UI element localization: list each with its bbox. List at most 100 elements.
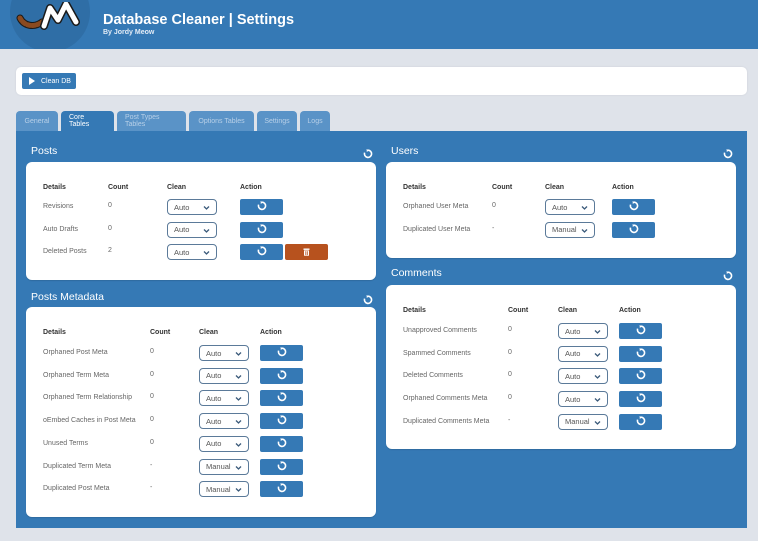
clean-mode-select[interactable]: Auto: [558, 368, 608, 385]
delete-button[interactable]: [285, 244, 328, 260]
clean-mode-value: Auto: [174, 247, 190, 257]
row-details: Duplicated Comments Meta: [403, 417, 490, 425]
clean-mode-select[interactable]: Auto: [558, 323, 608, 339]
clean-mode-select[interactable]: Auto: [167, 244, 217, 260]
refresh-icon: [277, 435, 287, 453]
refresh-icon: [636, 367, 646, 385]
trash-icon: [303, 243, 310, 261]
users-refresh-icon[interactable]: [723, 146, 733, 159]
posts-metadata-refresh-icon[interactable]: [363, 292, 373, 305]
clean-mode-select[interactable]: Manual: [199, 481, 249, 498]
clean-mode-select[interactable]: Auto: [167, 199, 217, 215]
users-section-title: Users: [391, 145, 419, 157]
clean-mode-select[interactable]: Auto: [558, 391, 608, 408]
clean-mode-select[interactable]: Auto: [199, 413, 249, 430]
play-icon: [29, 77, 35, 85]
refresh-count-button[interactable]: [619, 391, 662, 408]
clean-mode-select[interactable]: Auto: [167, 221, 217, 238]
refresh-count-button[interactable]: [240, 244, 283, 260]
clean-mode-value: Auto: [565, 394, 581, 404]
row-count: -: [150, 461, 153, 469]
clean-mode-select[interactable]: Manual: [545, 221, 595, 238]
tab-bar: General Core Tables Post Types Tables Op…: [16, 111, 330, 131]
clean-mode-select[interactable]: Auto: [199, 367, 249, 384]
refresh-count-button[interactable]: [260, 367, 303, 384]
column-header-count: Count: [508, 307, 529, 314]
tab-post-types-tables[interactable]: Post Types Tables: [117, 111, 186, 131]
clean-mode-select[interactable]: Auto: [199, 390, 249, 407]
row-count: 0: [108, 202, 112, 209]
chevron-down-icon: [203, 204, 210, 213]
refresh-count-button[interactable]: [260, 458, 303, 476]
refresh-count-button[interactable]: [619, 345, 662, 363]
tab-core-tables[interactable]: Core Tables: [61, 111, 114, 131]
row-details: oEmbed Caches in Post Meta: [43, 417, 136, 425]
chevron-down-icon: [203, 227, 210, 236]
chevron-down-icon: [594, 419, 601, 428]
clean-mode-value: Auto: [552, 202, 568, 212]
refresh-count-button[interactable]: [619, 367, 662, 385]
comments-card: Details Count Clean Action Unapproved Commen…: [386, 285, 736, 449]
refresh-icon: [257, 221, 267, 239]
tab-logs[interactable]: Logs: [300, 111, 330, 131]
tab-options-tables[interactable]: Options Tables: [189, 111, 254, 131]
refresh-count-button[interactable]: [260, 435, 303, 453]
posts-section-title: Posts: [31, 145, 58, 157]
row-details: Revisions: [43, 203, 74, 210]
refresh-count-button[interactable]: [240, 199, 283, 215]
clean-mode-select[interactable]: Auto: [199, 435, 249, 452]
refresh-count-button[interactable]: [612, 221, 655, 238]
row-count: -: [492, 224, 495, 232]
chevron-down-icon: [581, 227, 588, 236]
comments-refresh-icon[interactable]: [723, 268, 733, 281]
clean-mode-value: Auto: [174, 202, 190, 212]
users-card: Details Count Clean Action Orphaned User Met…: [386, 162, 736, 258]
column-header-details: Details: [43, 184, 66, 191]
clean-mode-value: Manual: [552, 225, 577, 234]
chevron-down-icon: [581, 204, 588, 213]
row-count: 0: [150, 416, 154, 424]
posts-metadata-card: Details Count Clean Action Orphaned Post Met…: [26, 307, 376, 517]
clean-mode-value: Auto: [206, 416, 222, 426]
refresh-count-button[interactable]: [619, 323, 662, 339]
clean-mode-select[interactable]: Auto: [199, 345, 249, 361]
refresh-count-button[interactable]: [260, 345, 303, 361]
refresh-icon: [277, 344, 287, 362]
column-header-action: Action: [240, 184, 262, 191]
refresh-count-button[interactable]: [260, 413, 303, 430]
clean-mode-value: Manual: [206, 484, 231, 494]
chevron-down-icon: [594, 351, 601, 360]
refresh-icon: [636, 345, 646, 363]
refresh-count-button[interactable]: [260, 390, 303, 407]
row-count: 0: [108, 224, 112, 232]
refresh-icon: [257, 198, 267, 216]
column-header-action: Action: [619, 307, 641, 314]
tab-general[interactable]: General: [16, 111, 58, 131]
clean-db-button[interactable]: Clean DB: [22, 73, 76, 89]
posts-refresh-icon[interactable]: [363, 146, 373, 159]
comments-section-title: Comments: [391, 267, 442, 279]
row-details: Deleted Comments: [403, 372, 463, 380]
chevron-down-icon: [235, 441, 242, 450]
clean-mode-select[interactable]: Manual: [199, 458, 249, 475]
refresh-count-button[interactable]: [240, 221, 283, 239]
row-details: Orphaned Term Relationship: [43, 394, 132, 402]
column-header-clean: Clean: [199, 329, 219, 336]
chevron-down-icon: [235, 373, 242, 382]
clean-mode-value: Auto: [174, 225, 190, 234]
refresh-icon: [636, 322, 646, 340]
refresh-icon: [636, 413, 646, 431]
clean-mode-select[interactable]: Auto: [558, 345, 608, 362]
column-header-clean: Clean: [558, 307, 578, 314]
chevron-down-icon: [235, 395, 242, 404]
clean-mode-value: Auto: [206, 348, 222, 358]
refresh-icon: [277, 458, 287, 476]
chevron-down-icon: [235, 350, 242, 359]
chevron-down-icon: [594, 373, 601, 382]
refresh-count-button[interactable]: [612, 199, 655, 215]
refresh-count-button[interactable]: [619, 413, 662, 431]
clean-mode-select[interactable]: Auto: [545, 199, 595, 215]
clean-mode-select[interactable]: Manual: [558, 413, 608, 430]
tab-settings[interactable]: Settings: [257, 111, 297, 131]
refresh-count-button[interactable]: [260, 481, 303, 498]
